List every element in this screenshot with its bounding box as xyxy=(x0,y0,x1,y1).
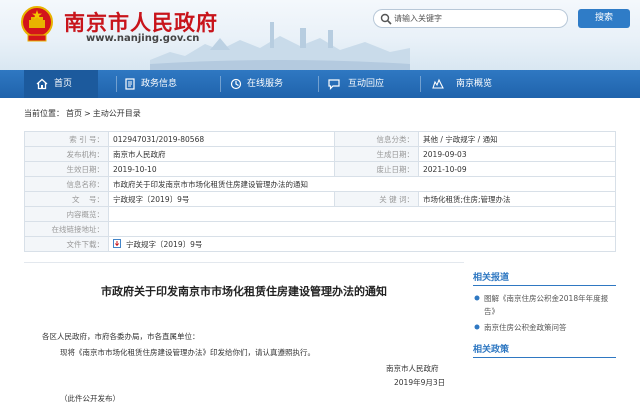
nav-label-home: 首页 xyxy=(54,79,73,89)
breadcrumb-current[interactable]: 主动公开目录 xyxy=(93,109,141,118)
service-icon xyxy=(230,78,242,90)
body-paragraph: 现将《南京市市场化租赁住房建设管理办法》印发给你们，请认真遵照执行。 xyxy=(60,348,315,357)
home-icon xyxy=(36,78,48,90)
main-nav: 首页 政务信息 在线服务 互动回应 南京概览 xyxy=(0,70,640,98)
site-url: www.nanjing.gov.cn xyxy=(86,33,200,44)
nav-label-interaction: 互动回应 xyxy=(348,79,385,89)
publisher-label: 发布机构： xyxy=(24,146,109,162)
abolished-date-label: 废止日期： xyxy=(334,161,419,177)
online-link-label: 在线链接地址： xyxy=(24,221,109,237)
abolished-date-value: 2021-10-09 xyxy=(418,161,616,177)
nav-label-government-info: 政务信息 xyxy=(141,79,178,89)
category-value: 其他 / 宁政规字 / 通知 xyxy=(418,131,616,147)
summary-label: 内容概览： xyxy=(24,206,109,222)
salutation: 各区人民政府，市府各委办局，市各直属单位： xyxy=(42,332,200,341)
breadcrumb-separator: > xyxy=(84,109,91,118)
table-row: 文 号： 宁政规字〔2019〕9号 关 键 词： 市场化租赁;住房;管理办法 xyxy=(24,191,616,207)
nav-item-home[interactable]: 首页 xyxy=(24,70,98,98)
index-number-label: 索 引 号： xyxy=(24,131,109,147)
nav-label-online-service: 在线服务 xyxy=(247,79,284,89)
signature: 南京市人民政府 xyxy=(386,364,439,373)
file-download-link[interactable]: 宁政规字〔2019〕9号 xyxy=(126,240,202,249)
bullet-icon xyxy=(474,324,480,330)
table-row: 内容概览： xyxy=(24,206,616,222)
nav-divider xyxy=(420,76,421,92)
article-body: 市政府关于印发南京市市场化租赁住房建设管理办法的通知 各区人民政府，市府各委办局… xyxy=(24,262,464,407)
nav-label-nanjing-overview: 南京概览 xyxy=(456,79,493,89)
related-report-link[interactable]: 南京住房公积金政策问答 xyxy=(484,323,567,332)
breadcrumb-prefix: 当前位置： xyxy=(24,109,64,118)
table-row: 索 引 号： 012947031/2019-80568 信息分类： 其他 / 宁… xyxy=(24,131,616,147)
list-item[interactable]: 南京住房公积金政策问答 xyxy=(473,321,616,334)
document-number-label: 文 号： xyxy=(24,191,109,207)
list-item[interactable]: 图解《南京住房公积金2018年年度报告》 xyxy=(473,292,616,318)
created-date-label: 生成日期： xyxy=(334,146,419,162)
nav-item-nanjing-overview[interactable]: 南京概览 xyxy=(432,70,522,98)
chat-icon xyxy=(328,79,340,90)
breadcrumb: 当前位置： 首页 > 主动公开目录 xyxy=(24,108,143,119)
file-download-cell: 宁政规字〔2019〕9号 xyxy=(108,236,616,252)
related-policies-heading: 相关政策 xyxy=(473,342,616,358)
download-file-icon[interactable] xyxy=(113,238,121,248)
related-report-link[interactable]: 图解《南京住房公积金2018年年度报告》 xyxy=(484,294,608,316)
nav-item-online-service[interactable]: 在线服务 xyxy=(230,70,320,98)
search-box xyxy=(373,9,568,28)
search-input[interactable] xyxy=(394,12,564,25)
info-name-value: 市政府关于印发南京市市场化租赁住房建设管理办法的通知 xyxy=(108,176,616,192)
document-icon xyxy=(125,78,135,90)
nav-item-interaction[interactable]: 互动回应 xyxy=(328,70,418,98)
nav-divider xyxy=(116,76,117,92)
bullet-icon xyxy=(474,295,480,301)
summary-value xyxy=(108,206,616,222)
related-reports-heading: 相关报道 xyxy=(473,270,616,286)
related-sidebar: 相关报道 图解《南京住房公积金2018年年度报告》 南京住房公积金政策问答 相关… xyxy=(473,270,616,407)
document-title: 市政府关于印发南京市市场化租赁住房建设管理办法的通知 xyxy=(101,285,387,298)
document-metadata-table: 索 引 号： 012947031/2019-80568 信息分类： 其他 / 宁… xyxy=(24,131,616,252)
document-number-value: 宁政规字〔2019〕9号 xyxy=(108,191,335,207)
effective-date-value: 2019-10-10 xyxy=(108,161,335,177)
index-number-value: 012947031/2019-80568 xyxy=(108,131,335,147)
effective-date-label: 生效日期： xyxy=(24,161,109,177)
publication-note: （此件公开发布） xyxy=(60,394,120,403)
table-row: 在线链接地址： xyxy=(24,221,616,237)
search-icon xyxy=(380,13,392,25)
table-row: 生效日期： 2019-10-10 废止日期： 2021-10-09 xyxy=(24,161,616,177)
online-link-value[interactable] xyxy=(108,221,616,237)
category-label: 信息分类： xyxy=(334,131,419,147)
related-reports-list: 图解《南京住房公积金2018年年度报告》 南京住房公积金政策问答 xyxy=(473,292,616,334)
overview-icon xyxy=(432,78,444,89)
file-download-label: 文件下载： xyxy=(24,236,109,252)
table-row: 文件下载： 宁政规字〔2019〕9号 xyxy=(24,236,616,252)
breadcrumb-home-link[interactable]: 首页 xyxy=(66,109,82,118)
search-button[interactable]: 搜索 xyxy=(578,9,630,28)
info-name-label: 信息名称： xyxy=(24,176,109,192)
nav-divider xyxy=(318,76,319,92)
table-row: 信息名称： 市政府关于印发南京市市场化租赁住房建设管理办法的通知 xyxy=(24,176,616,192)
table-row: 发布机构： 南京市人民政府 生成日期： 2019-09-03 xyxy=(24,146,616,162)
keywords-label: 关 键 词： xyxy=(334,191,419,207)
national-emblem-icon xyxy=(21,6,53,42)
nav-divider xyxy=(220,76,221,92)
keywords-value: 市场化租赁;住房;管理办法 xyxy=(418,191,616,207)
nav-item-government-info[interactable]: 政务信息 xyxy=(124,70,224,98)
site-header: 南京市人民政府 www.nanjing.gov.cn 搜索 xyxy=(0,0,640,70)
created-date-value: 2019-09-03 xyxy=(418,146,616,162)
signed-date: 2019年9月3日 xyxy=(394,378,446,387)
publisher-value: 南京市人民政府 xyxy=(108,146,335,162)
